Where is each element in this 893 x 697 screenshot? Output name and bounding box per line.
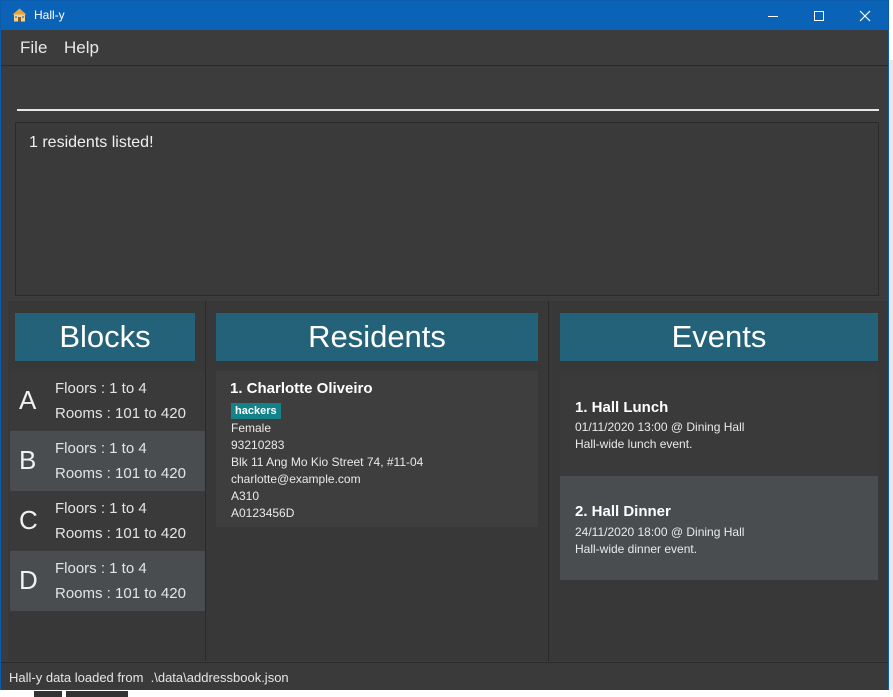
close-button[interactable] — [842, 1, 888, 30]
close-icon — [859, 10, 871, 21]
maximize-button[interactable] — [796, 1, 842, 30]
block-letter: B — [19, 445, 37, 475]
blocks-header: Blocks — [15, 313, 195, 361]
event-name: 2. Hall Dinner — [575, 503, 671, 520]
command-input[interactable] — [17, 81, 877, 105]
menu-help[interactable]: Help — [64, 38, 99, 58]
result-display[interactable]: 1 residents listed! — [15, 122, 879, 296]
block-letter: A — [19, 385, 37, 415]
resident-phone: 93210283 — [231, 438, 285, 452]
command-underline — [17, 109, 879, 111]
events-header: Events — [560, 313, 878, 361]
block-floors: Floors : 1 to 4 — [55, 500, 147, 517]
event-card-hall-lunch[interactable]: 1. Hall Lunch 01/11/2020 13:00 @ Dining … — [560, 372, 878, 476]
block-rooms: Rooms : 101 to 420 — [55, 405, 186, 422]
block-letter: D — [19, 565, 38, 595]
maximize-icon — [814, 10, 824, 21]
resident-email: charlotte@example.com — [231, 472, 361, 486]
minimize-button[interactable] — [750, 1, 796, 30]
block-item-b[interactable]: B Floors : 1 to 4 Rooms : 101 to 420 — [10, 431, 205, 491]
event-datetime: 24/11/2020 18:00 @ Dining Hall — [575, 525, 745, 539]
residents-header: Residents — [216, 313, 538, 361]
event-description: Hall-wide dinner event. — [575, 542, 698, 556]
block-rooms: Rooms : 101 to 420 — [55, 525, 186, 542]
block-floors: Floors : 1 to 4 — [55, 560, 147, 577]
event-name: 1. Hall Lunch — [575, 399, 669, 416]
status-message: Hall-y data loaded from .\data\addressbo… — [9, 670, 289, 685]
command-box — [8, 67, 881, 117]
minimize-icon — [768, 15, 778, 17]
resident-matric: A0123456D — [231, 506, 295, 520]
block-item-c[interactable]: C Floors : 1 to 4 Rooms : 101 to 420 — [10, 491, 205, 551]
menu-bar: File Help — [1, 30, 888, 66]
event-card-hall-dinner[interactable]: 2. Hall Dinner 24/11/2020 18:00 @ Dining… — [560, 476, 878, 580]
title-bar[interactable]: Hall-y — [1, 1, 888, 30]
result-message: 1 residents listed! — [29, 134, 154, 151]
window-title: Hall-y — [34, 8, 65, 22]
app-house-icon — [12, 8, 27, 22]
block-item-d[interactable]: D Floors : 1 to 4 Rooms : 101 to 420 — [10, 551, 205, 611]
block-floors: Floors : 1 to 4 — [55, 380, 147, 397]
background-document-bottom — [0, 690, 893, 697]
resident-gender: Female — [231, 421, 272, 435]
block-item-a[interactable]: A Floors : 1 to 4 Rooms : 101 to 420 — [10, 371, 205, 431]
event-datetime: 01/11/2020 13:00 @ Dining Hall — [575, 420, 745, 434]
menu-file[interactable]: File — [20, 38, 47, 58]
block-floors: Floors : 1 to 4 — [55, 440, 147, 457]
resident-name: 1. Charlotte Oliveiro — [230, 380, 373, 397]
resident-address: Blk 11 Ang Mo Kio Street 74, #11-04 — [231, 455, 424, 469]
resident-card[interactable]: 1. Charlotte Oliveiro hackers Female 932… — [216, 371, 538, 527]
event-description: Hall-wide lunch event. — [575, 437, 693, 451]
app-window: Hall-y File Help 1 residents listed! Blo… — [0, 0, 889, 690]
block-rooms: Rooms : 101 to 420 — [55, 465, 186, 482]
resident-tag: hackers — [231, 403, 281, 419]
status-bar: Hall-y data loaded from .\data\addressbo… — [1, 662, 888, 690]
block-rooms: Rooms : 101 to 420 — [55, 585, 186, 602]
block-letter: C — [19, 505, 38, 535]
resident-room: A310 — [231, 489, 260, 503]
